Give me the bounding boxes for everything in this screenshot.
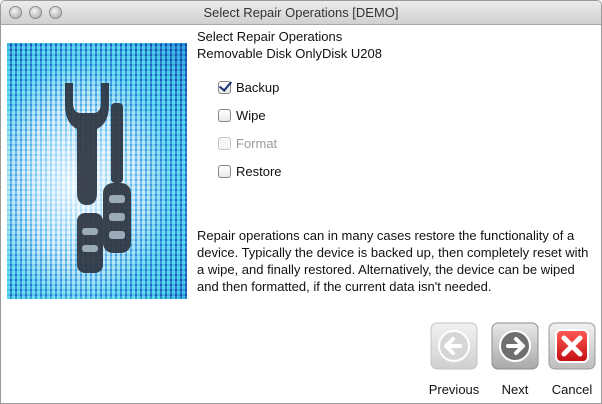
- repair-tools-image: [7, 43, 187, 299]
- right-arrow-icon: [491, 322, 539, 370]
- cancel-label: Cancel: [551, 382, 593, 397]
- restore-label: Restore: [236, 163, 282, 179]
- page-heading: Select Repair Operations: [197, 29, 343, 44]
- description-text: Repair operations can in many cases rest…: [197, 228, 589, 294]
- window-title: Select Repair Operations [DEMO]: [203, 5, 399, 20]
- red-x-icon: [548, 322, 596, 370]
- restore-checkbox[interactable]: Restore: [218, 162, 282, 180]
- backup-checkbox[interactable]: Backup: [218, 78, 279, 96]
- next-label: Next: [501, 382, 529, 397]
- checkbox-icon[interactable]: [218, 164, 231, 178]
- device-name: Removable Disk OnlyDisk U208: [197, 46, 382, 61]
- dialog-window: Select Repair Operations [DEMO] Select R…: [0, 0, 602, 404]
- checkbox-checked-icon[interactable]: [218, 80, 231, 94]
- next-button[interactable]: [491, 322, 539, 370]
- title-bar[interactable]: Select Repair Operations [DEMO]: [1, 1, 601, 25]
- format-checkbox: Format: [218, 134, 277, 152]
- previous-button[interactable]: [430, 322, 478, 370]
- checkbox-disabled-icon: [218, 136, 231, 150]
- left-arrow-icon: [430, 322, 478, 370]
- backup-label: Backup: [236, 79, 280, 95]
- wipe-label: Wipe: [236, 107, 266, 123]
- checkbox-icon[interactable]: [218, 108, 231, 122]
- format-label: Format: [236, 135, 278, 151]
- cancel-button[interactable]: [548, 322, 596, 370]
- wipe-checkbox[interactable]: Wipe: [218, 106, 266, 124]
- wrench-and-screwdriver-icon: [65, 83, 131, 273]
- previous-label: Previous: [428, 382, 480, 397]
